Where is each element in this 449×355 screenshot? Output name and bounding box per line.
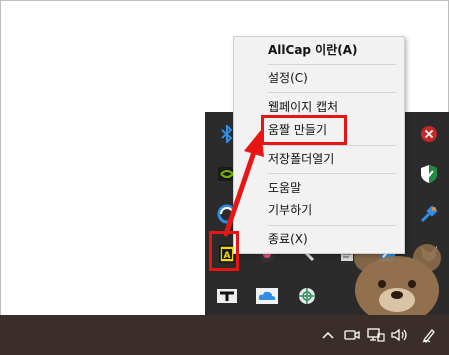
onedrive-icon[interactable]	[255, 284, 279, 308]
pen-icon[interactable]	[420, 323, 438, 347]
meet-now-icon[interactable]	[343, 323, 361, 347]
highlight-box-menu	[261, 115, 347, 145]
menu-item-open-save-folder[interactable]: 저장폴더열기	[268, 150, 334, 168]
menu-item-exit[interactable]: 종료(X)	[268, 230, 308, 248]
menu-item-help[interactable]: 도움말	[268, 179, 301, 197]
menu-separator	[268, 145, 396, 146]
menu-separator	[268, 225, 396, 226]
menu-item-donate[interactable]: 기부하기	[268, 201, 312, 219]
menu-separator	[268, 92, 396, 93]
highlight-box-tray	[209, 231, 239, 271]
menu-item-webpage-capture[interactable]: 웹페이지 캡처	[268, 98, 338, 116]
menu-item-about[interactable]: AllCap 이란(A)	[268, 41, 358, 59]
close-red-icon[interactable]	[417, 122, 441, 146]
satellite-icon[interactable]	[417, 202, 441, 226]
black-app-icon[interactable]	[215, 284, 239, 308]
menu-separator	[268, 64, 396, 65]
chevron-up-icon[interactable]	[321, 323, 335, 347]
network-icon[interactable]	[366, 323, 386, 347]
menu-separator	[268, 173, 396, 174]
shield-icon[interactable]	[417, 162, 441, 186]
taskbar	[0, 315, 449, 355]
menu-item-settings[interactable]: 설정(C)	[268, 69, 308, 87]
network-globe-icon[interactable]	[295, 284, 319, 308]
context-menu: AllCap 이란(A) 설정(C) 웹페이지 캡처 움짤 만들기 저장폴더열기…	[233, 36, 405, 254]
volume-icon[interactable]	[390, 323, 410, 347]
